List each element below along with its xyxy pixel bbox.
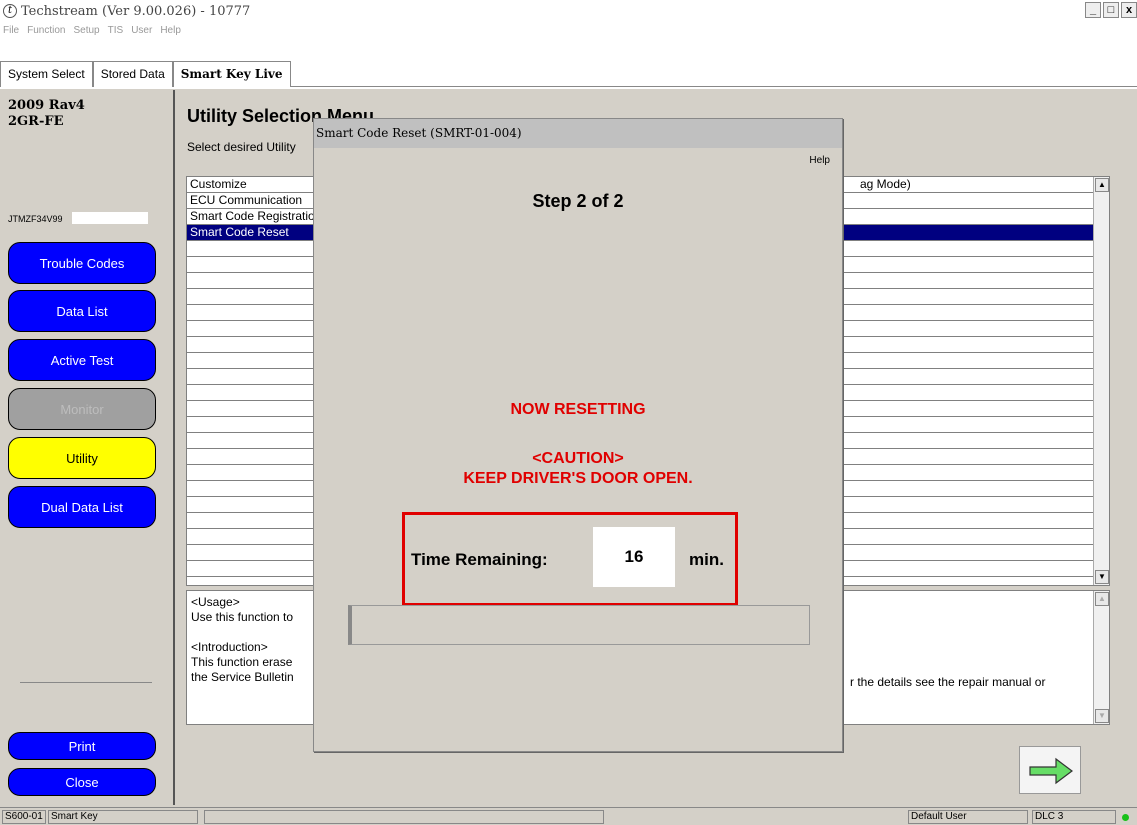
scroll-up-icon[interactable]: ▲ [1095, 178, 1109, 192]
close-button[interactable]: Close [8, 768, 156, 796]
menu-setup[interactable]: Setup [73, 25, 99, 36]
vehicle-info: 2009 Rav4 2GR-FE [8, 98, 85, 130]
vehicle-model: 2009 Rav4 [8, 98, 85, 113]
menu-bar: File Function Setup TIS User Help [0, 22, 1137, 39]
menu-function[interactable]: Function [27, 25, 65, 36]
sidebar: 2009 Rav4 2GR-FE JTMZF34V99 Trouble Code… [0, 90, 175, 805]
tab-bar: System Select Stored Data Smart Key Live [0, 39, 1137, 89]
caution-title: <CAUTION> [532, 450, 624, 467]
status-code: S600-01 [2, 810, 46, 824]
desc-scroll-down-icon[interactable]: ▼ [1095, 709, 1109, 723]
print-button[interactable]: Print [8, 732, 156, 760]
description-scrollbar[interactable]: ▲ ▼ [1093, 591, 1109, 724]
step-indicator: Step 2 of 2 [532, 191, 624, 211]
time-remaining-box: Time Remaining: 16 min. [402, 512, 738, 606]
connection-status-icon [1122, 814, 1129, 821]
list-column-right: ag Mode) [857, 177, 1107, 193]
minimize-button[interactable]: _ [1085, 2, 1101, 18]
window-title: Techstream (Ver 9.00.026) - 10777 [21, 3, 251, 19]
reset-status: NOW RESETTING [510, 401, 646, 418]
tab-row: System Select Stored Data Smart Key Live [0, 61, 1137, 87]
caution-message: <CAUTION> KEEP DRIVER'S DOOR OPEN. [314, 449, 842, 489]
list-scrollbar[interactable]: ▲ ▼ [1093, 177, 1109, 585]
status-bar: S600-01 Smart Key Default User DLC 3 [0, 807, 1137, 825]
dialog-title: Smart Code Reset (SMRT-01-004) [314, 119, 842, 148]
list-right-text: ag Mode) [860, 177, 911, 191]
tab-system-select[interactable]: System Select [0, 61, 93, 87]
monitor-button[interactable]: Monitor [8, 388, 156, 430]
vin-redaction [72, 212, 148, 224]
menu-user[interactable]: User [131, 25, 152, 36]
intro-right-text: r the details see the repair manual or [850, 675, 1046, 689]
vin-text: JTMZF34V99 [8, 214, 63, 224]
menu-file[interactable]: File [3, 25, 19, 36]
desc-scroll-up-icon[interactable]: ▲ [1095, 592, 1109, 606]
title-bar: t Techstream (Ver 9.00.026) - 10777 _ □ … [0, 0, 1137, 22]
data-list-button[interactable]: Data List [8, 290, 156, 332]
dialog-help-link[interactable]: Help [809, 155, 830, 166]
trouble-codes-button[interactable]: Trouble Codes [8, 242, 156, 284]
dual-data-list-button[interactable]: Dual Data List [8, 486, 156, 528]
status-message [204, 810, 604, 824]
progress-bar [348, 605, 810, 645]
tab-smart-key-live[interactable]: Smart Key Live [172, 61, 291, 87]
arrow-right-icon [1029, 757, 1073, 785]
vehicle-engine: 2GR-FE [8, 114, 64, 129]
window-controls: _ □ x [1085, 2, 1137, 18]
page-subtitle: Select desired Utility [187, 140, 296, 154]
status-user: Default User [908, 810, 1028, 824]
time-remaining-label: Time Remaining: [411, 550, 548, 569]
active-test-button[interactable]: Active Test [8, 339, 156, 381]
next-arrow-button[interactable] [1019, 746, 1081, 794]
menu-help[interactable]: Help [160, 25, 181, 36]
tab-stored-data[interactable]: Stored Data [92, 61, 173, 87]
sidebar-divider [20, 682, 152, 683]
scroll-down-icon[interactable]: ▼ [1095, 570, 1109, 584]
close-window-button[interactable]: x [1121, 2, 1137, 18]
caution-text: KEEP DRIVER'S DOOR OPEN. [463, 470, 693, 487]
utility-button[interactable]: Utility [8, 437, 156, 479]
techstream-logo-icon: t [3, 4, 17, 18]
menu-tis[interactable]: TIS [108, 25, 124, 36]
status-connection: DLC 3 [1032, 810, 1116, 824]
time-remaining-value: 16 [593, 527, 675, 587]
maximize-button[interactable]: □ [1103, 2, 1119, 18]
time-unit: min. [689, 550, 724, 569]
status-system: Smart Key [48, 810, 198, 824]
smart-code-reset-dialog: Smart Code Reset (SMRT-01-004) Help Step… [313, 118, 843, 752]
